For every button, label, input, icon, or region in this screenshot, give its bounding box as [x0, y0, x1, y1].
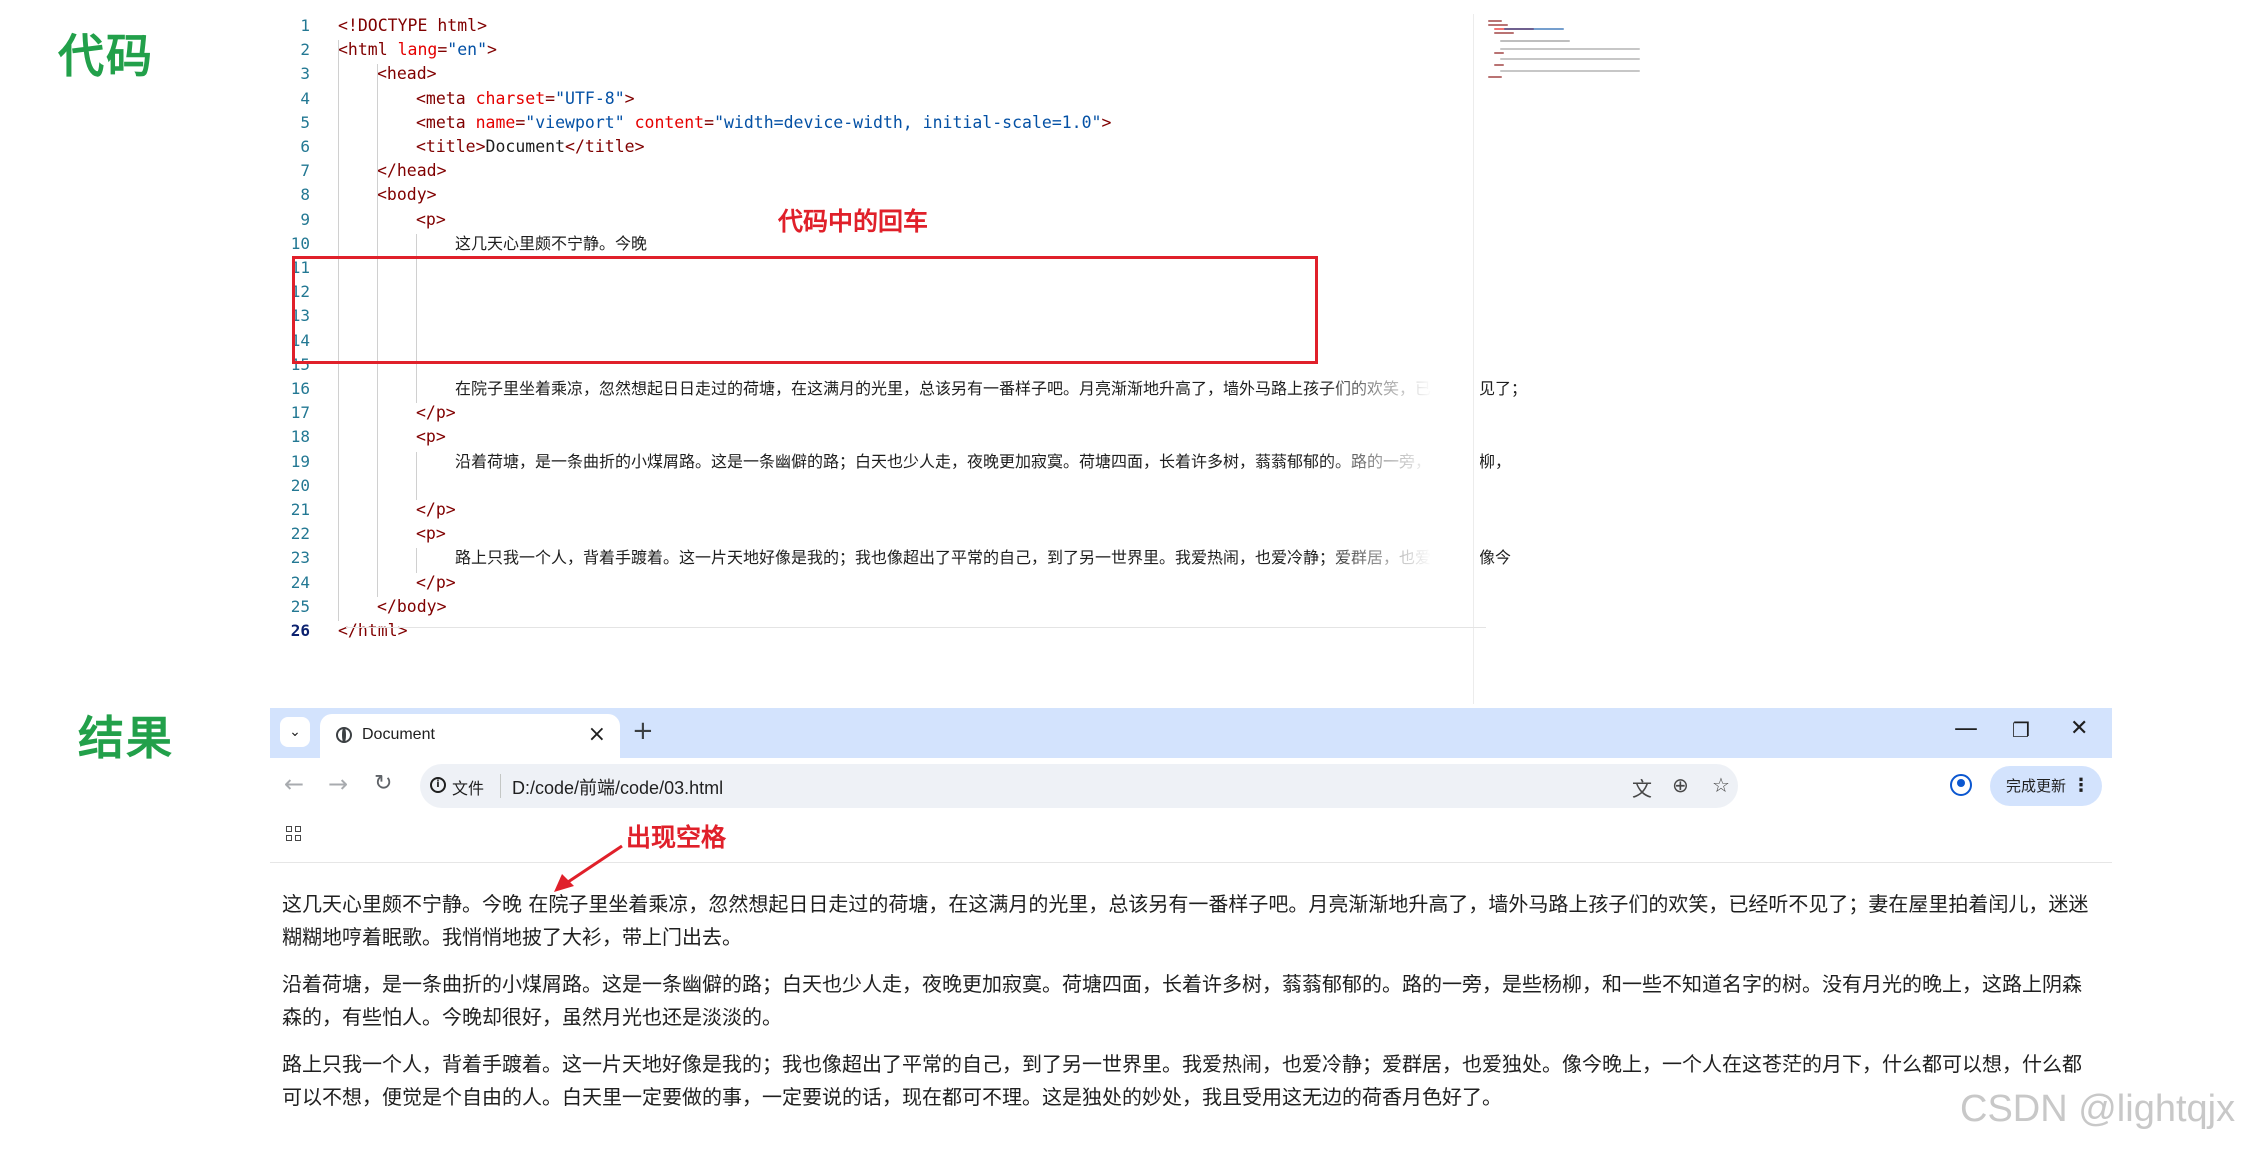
- update-button-label: 完成更新: [2006, 777, 2067, 795]
- new-tab-button[interactable]: +: [632, 716, 654, 746]
- line-number: 3: [300, 64, 310, 84]
- line-number: 25: [290, 596, 310, 616]
- editor-bottom-border: [346, 627, 1486, 628]
- line-number: 6: [300, 137, 310, 156]
- page-divider: [270, 862, 2112, 863]
- address-separator: [500, 774, 501, 798]
- update-button[interactable]: 完成更新 ⋮: [1990, 766, 2102, 806]
- url-text[interactable]: D:/code/前端/code/03.html: [512, 774, 723, 800]
- paragraph-1: 这几天心里颇不宁静。今晚 在院子里坐着乘凉，忽然想起日日走过的荷塘，在这满月的光…: [282, 892, 2089, 949]
- code-markup: </p>: [416, 572, 456, 592]
- profile-icon[interactable]: [1950, 774, 1972, 796]
- bookmarks-bar: [270, 814, 2112, 858]
- line-number: 23: [290, 548, 310, 568]
- code-markup: <meta name="viewport" content="width=dev…: [416, 112, 1112, 132]
- minimap[interactable]: [1488, 18, 1648, 88]
- indent-guide: [416, 451, 417, 500]
- enter-highlight-box: [292, 256, 1318, 364]
- restore-button[interactable]: ❐: [2012, 718, 2030, 742]
- line-number: 18: [290, 427, 310, 447]
- code-markup: <title>Document</title>: [416, 137, 645, 156]
- space-annotation: 出现空格: [626, 823, 727, 852]
- line-number: 17: [290, 403, 310, 423]
- code-markup: <head>: [377, 64, 437, 84]
- minimize-button[interactable]: —: [1954, 714, 1978, 742]
- code-markup: </head>: [377, 161, 447, 181]
- code-markup: </p>: [416, 500, 456, 519]
- code-section-label: 代码: [58, 29, 154, 83]
- browser-window: ⌄ Document × + — ❐ ✕ ← → ↻ i 文件 D:/code/…: [270, 708, 2112, 1151]
- zoom-icon[interactable]: ⊕: [1672, 773, 1689, 797]
- line-number: 19: [290, 451, 310, 471]
- code-markup: <p>: [416, 209, 446, 229]
- line-number: 8: [300, 185, 310, 205]
- info-icon[interactable]: i: [430, 777, 446, 793]
- globe-icon: [336, 727, 352, 743]
- line-number: 21: [290, 500, 310, 519]
- line-number: 24: [290, 572, 310, 592]
- line-number: 10: [290, 233, 310, 253]
- editor-divider: [1473, 14, 1474, 704]
- line-number: 22: [290, 524, 310, 544]
- line-number: 2: [300, 40, 310, 60]
- tab-close-icon[interactable]: ×: [588, 722, 606, 747]
- line-number: 20: [290, 475, 310, 495]
- code-markup: <meta charset="UTF-8">: [416, 88, 635, 108]
- forward-icon[interactable]: →: [328, 770, 348, 798]
- line-number: 5: [300, 112, 310, 132]
- line-number: 7: [300, 161, 310, 181]
- tab-title: Document: [362, 726, 435, 743]
- code-markup: <p>: [416, 427, 446, 447]
- close-window-button[interactable]: ✕: [2070, 716, 2088, 741]
- code-markup: </html>: [338, 621, 408, 640]
- address-bar[interactable]: i 文件 D:/code/前端/code/03.html 文 ⊕ ☆: [420, 764, 1738, 808]
- file-scheme-label: 文件: [452, 779, 485, 798]
- annotation-arrow-icon: [554, 844, 623, 892]
- line-number: 9: [300, 209, 310, 229]
- code-markup: <!DOCTYPE html>: [338, 16, 488, 35]
- more-menu-icon[interactable]: ⋮: [2072, 766, 2090, 806]
- bookmark-star-icon[interactable]: ☆: [1712, 773, 1730, 797]
- line-number: 26: [290, 621, 310, 640]
- code-markup: </p>: [416, 403, 456, 423]
- back-icon[interactable]: ←: [284, 770, 304, 798]
- chevron-down-icon: ⌄: [289, 724, 301, 740]
- code-markup: </body>: [377, 596, 447, 616]
- toolbar: ← → ↻ i 文件 D:/code/前端/code/03.html 文 ⊕ ☆…: [270, 758, 2112, 814]
- code-markup: <p>: [416, 524, 446, 544]
- line-number: 1: [300, 16, 310, 35]
- paragraph-2: 沿着荷塘，是一条曲折的小煤屑路。这是一条幽僻的路；白天也少人走，夜晚更加寂寞。荷…: [282, 972, 2082, 1029]
- line-number: 4: [300, 88, 310, 108]
- line-number: 16: [290, 379, 310, 398]
- watermark: CSDN @lightqjx: [1960, 1088, 2236, 1130]
- tab-search-button[interactable]: ⌄: [280, 717, 310, 747]
- apps-grid-icon[interactable]: [286, 826, 304, 844]
- page-content: 这几天心里颇不宁静。今晚 在院子里坐着乘凉，忽然想起日日走过的荷塘，在这满月的光…: [282, 888, 2092, 1128]
- code-text-content: 这几天心里颇不宁静。今晚: [455, 233, 648, 253]
- indent-guide: [416, 548, 417, 573]
- result-section-label: 结果: [78, 711, 174, 765]
- enter-annotation: 代码中的回车: [778, 207, 929, 236]
- translate-icon[interactable]: 文: [1632, 773, 1652, 802]
- code-markup: <body>: [377, 185, 437, 205]
- tab-bar: ⌄ Document × + — ❐ ✕: [270, 708, 2112, 758]
- code-markup: <html lang="en">: [338, 40, 497, 60]
- tab-document[interactable]: Document ×: [320, 714, 620, 758]
- reload-icon[interactable]: ↻: [374, 771, 392, 796]
- paragraph-3: 路上只我一个人，背着手踱着。这一片天地好像是我的；我也像超出了平常的自己，到了另…: [282, 1052, 2082, 1109]
- editor-fade-overlay: [1320, 14, 1480, 614]
